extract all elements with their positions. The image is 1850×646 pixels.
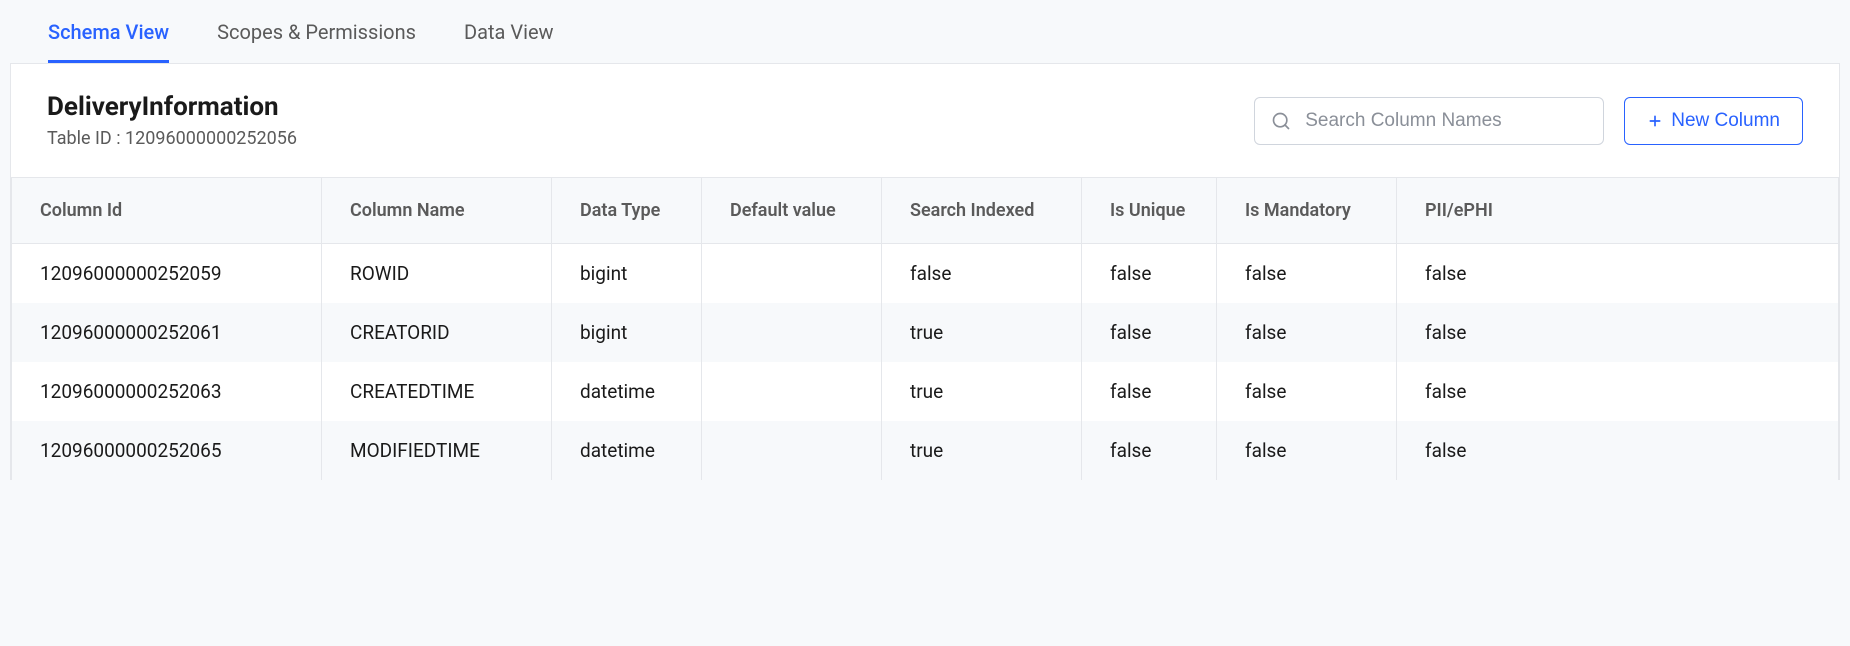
column-header-default[interactable]: Default value — [702, 178, 882, 244]
cell-column-name: CREATORID — [322, 303, 552, 362]
table-row[interactable]: 12096000000252065 MODIFIEDTIME datetime … — [12, 421, 1839, 480]
cell-column-name: MODIFIEDTIME — [322, 421, 552, 480]
cell-search-indexed: true — [882, 421, 1082, 480]
cell-column-id: 12096000000252061 — [12, 303, 322, 362]
cell-column-name: CREATEDTIME — [322, 362, 552, 421]
column-header-type[interactable]: Data Type — [552, 178, 702, 244]
tab-schema-view[interactable]: Schema View — [48, 0, 169, 63]
cell-pii: false — [1397, 362, 1839, 421]
cell-is-mandatory: false — [1217, 421, 1397, 480]
cell-data-type: bigint — [552, 303, 702, 362]
cell-column-id: 12096000000252059 — [12, 244, 322, 304]
table-header-row: Column Id Column Name Data Type Default … — [12, 178, 1839, 244]
cell-is-unique: false — [1082, 362, 1217, 421]
cell-is-unique: false — [1082, 244, 1217, 304]
search-input[interactable] — [1305, 110, 1587, 132]
cell-pii: false — [1397, 303, 1839, 362]
cell-column-name: ROWID — [322, 244, 552, 304]
cell-search-indexed: false — [882, 244, 1082, 304]
cell-data-type: datetime — [552, 362, 702, 421]
column-header-id[interactable]: Column Id — [12, 178, 322, 244]
tab-scopes-permissions[interactable]: Scopes & Permissions — [217, 0, 416, 63]
cell-pii: false — [1397, 244, 1839, 304]
tab-data-view[interactable]: Data View — [464, 0, 554, 63]
table-name: DeliveryInformation — [47, 92, 297, 122]
cell-column-id: 12096000000252063 — [12, 362, 322, 421]
plus-icon — [1647, 113, 1663, 129]
column-header-name[interactable]: Column Name — [322, 178, 552, 244]
table-id: Table ID : 12096000000252056 — [47, 128, 297, 149]
column-header-unique[interactable]: Is Unique — [1082, 178, 1217, 244]
cell-data-type: bigint — [552, 244, 702, 304]
cell-default — [702, 303, 882, 362]
table-header: DeliveryInformation Table ID : 120960000… — [11, 64, 1839, 177]
cell-search-indexed: true — [882, 303, 1082, 362]
new-column-button[interactable]: New Column — [1624, 97, 1803, 145]
cell-search-indexed: true — [882, 362, 1082, 421]
cell-is-mandatory: false — [1217, 362, 1397, 421]
table-row[interactable]: 12096000000252061 CREATORID bigint true … — [12, 303, 1839, 362]
cell-column-id: 12096000000252065 — [12, 421, 322, 480]
column-header-search[interactable]: Search Indexed — [882, 178, 1082, 244]
search-icon — [1271, 111, 1291, 131]
column-header-pii[interactable]: PII/ePHI — [1397, 178, 1839, 244]
new-column-label: New Column — [1671, 110, 1780, 132]
table-row[interactable]: 12096000000252063 CREATEDTIME datetime t… — [12, 362, 1839, 421]
cell-default — [702, 244, 882, 304]
cell-data-type: datetime — [552, 421, 702, 480]
columns-table: Column Id Column Name Data Type Default … — [11, 177, 1839, 480]
table-row[interactable]: 12096000000252059 ROWID bigint false fal… — [12, 244, 1839, 304]
column-header-mandatory[interactable]: Is Mandatory — [1217, 178, 1397, 244]
cell-is-mandatory: false — [1217, 303, 1397, 362]
cell-is-unique: false — [1082, 303, 1217, 362]
cell-is-unique: false — [1082, 421, 1217, 480]
cell-is-mandatory: false — [1217, 244, 1397, 304]
cell-pii: false — [1397, 421, 1839, 480]
tabs-bar: Schema View Scopes & Permissions Data Vi… — [10, 0, 1840, 64]
cell-default — [702, 362, 882, 421]
cell-default — [702, 421, 882, 480]
search-box[interactable] — [1254, 97, 1604, 145]
